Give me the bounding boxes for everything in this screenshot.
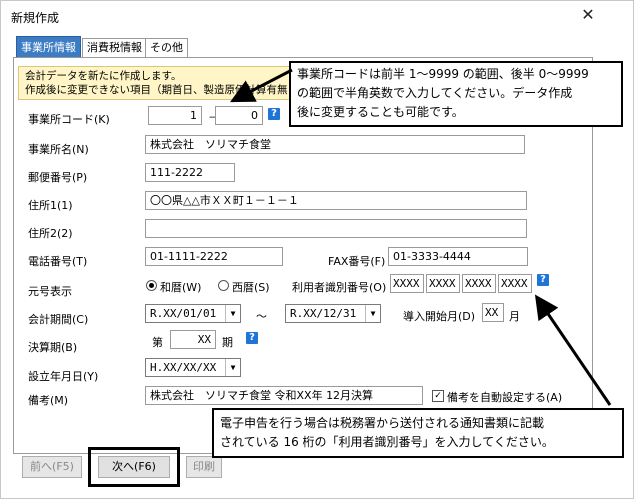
- arrow-to-office-code: [230, 68, 293, 103]
- arrow-to-user-id: [534, 294, 612, 406]
- annotation-arrows: [230, 68, 612, 406]
